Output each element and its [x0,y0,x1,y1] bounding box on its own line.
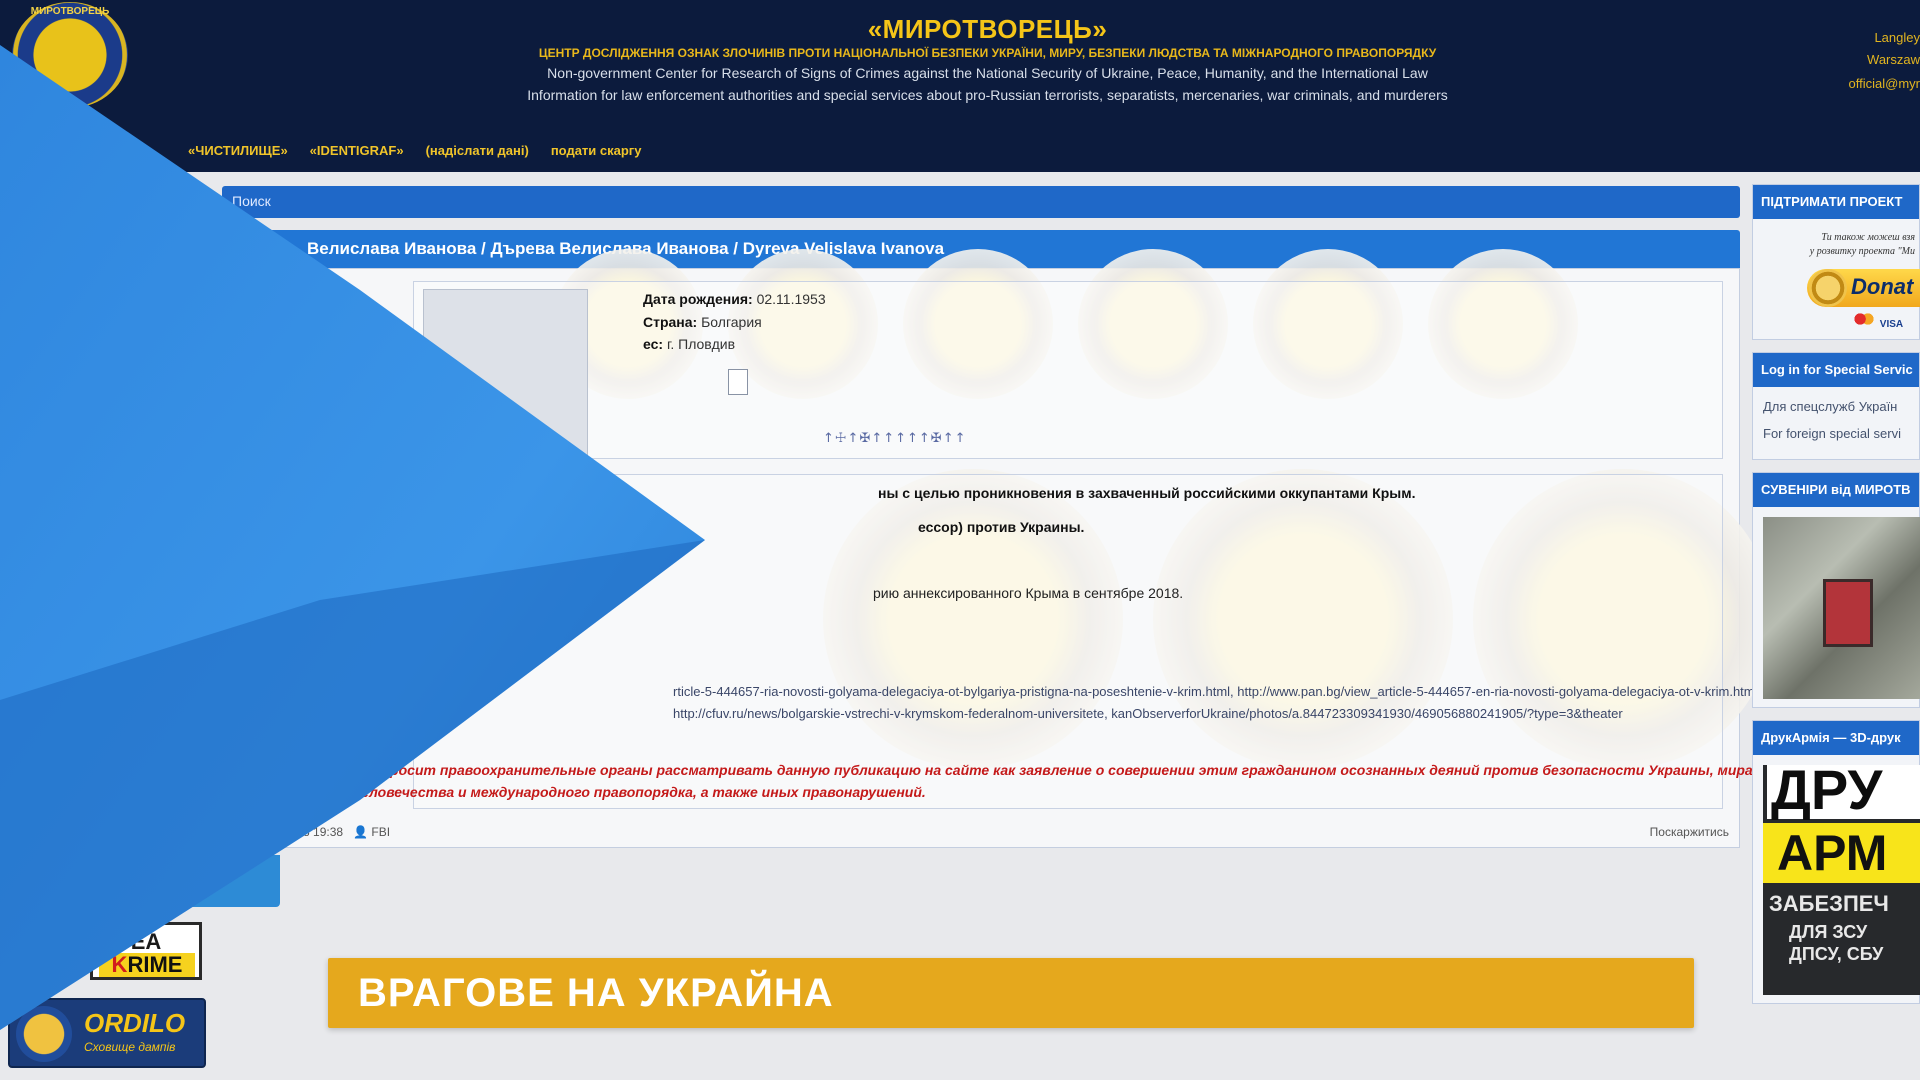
legal-warning: ец» просит правоохранительные органы рас… [353,762,1863,800]
menu-item-identigraf[interactable]: «IDENTIGRAF» [310,143,404,158]
druk-line-1: ДРУ [1767,765,1920,819]
breadcrumb-search-link[interactable]: Поиск [232,193,271,209]
description-text-3: рию аннексированного Крыма в сентябре 20… [873,585,1184,601]
krime-rest: RIME [127,952,183,977]
krime-label: KRIME [99,953,195,977]
souvenir-image[interactable] [1763,517,1920,699]
description-text-1: ны с целью проникновения в захваченный р… [878,485,1416,501]
source-links[interactable]: rticle-5-444657-ria-novosti-golyama-dele… [673,681,1920,725]
breadcrumb-bar: Поиск [222,186,1740,218]
main-menu: «ЧИСТИЛИЩЕ» «IDENTIGRAF» (надіслати дані… [188,143,641,158]
druk-title: ДрукАрмія — 3D-друк [1753,721,1919,755]
sidebar-login: Log in for Special Servic Для спецслужб … [1752,352,1920,460]
info-box [413,281,1723,459]
document-icon[interactable] [728,369,748,395]
site-title: «МИРОТВОРЕЦЬ» [867,14,1108,44]
druk-line-4b: ДПСУ, СБУ [1789,944,1884,964]
profile-card: Дата рождения: 02.11.1953 Страна: Болгар… [222,249,1862,848]
support-title: ПІДТРИМАТИ ПРОЕКТ [1753,185,1919,219]
post-date: 2018 19:38 [283,825,344,839]
druk-line-2: АРМ [1763,823,1920,883]
login-foreign-link[interactable]: For foreign special servi [1753,414,1919,441]
druk-banner[interactable]: ДРУ АРМ ЗАБЕЗПЕЧ ДЛЯ ЗСУ ДПСУ, СБУ [1763,765,1920,995]
dob-value: 02.11.1953 [756,291,826,307]
krime-k: K [111,952,128,977]
side-blue-tab[interactable] [160,855,280,907]
contact-email[interactable]: official@myr [1849,76,1920,91]
address-value: г. Пловдив [666,336,736,352]
mastercard-icon [1851,311,1877,327]
dob-label: Дата рождения: [643,291,753,307]
country-row: Страна: Болгария [643,314,762,330]
country-label: Страна: [643,314,698,330]
menu-item-chistilishche[interactable]: «ЧИСТИЛИЩЕ» [188,143,288,158]
sidebar-support: ПІДТРИМАТИ ПРОЕКТ Ти також можеш взя у р… [1752,184,1920,340]
support-text-1: Ти також можеш взя [1821,232,1915,243]
login-ua-link[interactable]: Для спецслужб Україн [1753,387,1919,414]
krime-badge[interactable]: EA KRIME [90,922,202,980]
contact-city-2: Warszaw [1867,52,1920,67]
cat-logo-icon [16,1006,72,1062]
druk-line-4: ДЛЯ ЗСУ ДПСУ, СБУ [1789,921,1883,965]
country-value: Болгария [701,314,762,330]
coin-icon [1809,269,1847,307]
user-icon: 👤 [353,825,369,839]
ordilo-subtitle: Сховище дампів [84,1040,176,1054]
contact-city-1: Langley [1874,30,1920,45]
complain-link[interactable]: Поскаржитись [1650,825,1729,839]
address-label: ес: [643,336,664,352]
dob-row: Дата рождения: 02.11.1953 [643,291,826,307]
description-text-2: ессор) против Украины. [918,519,1085,535]
address-row: ес: г. Пловдив [643,336,735,352]
ordilo-title: ORDILO [84,1008,186,1038]
login-title: Log in for Special Servic [1753,353,1919,387]
site-header: МИРОТВОРЕЦЬ «МИРОТВОРЕЦЬ» ЦЕНТР ДОСЛІДЖЕ… [0,0,1920,172]
sidebar-souvenirs: СУВЕНІРИ від МИРОТВ [1752,472,1920,708]
post-meta: 2018 19:38 👤 FBI [283,825,390,839]
site-subtitle-ua: ЦЕНТР ДОСЛІДЖЕННЯ ОЗНАК ЗЛОЧИНІВ ПРОТИ Н… [538,46,1437,60]
card-logos: VISA [1851,311,1903,330]
support-text-2: у розвитку проекта "Ми [1809,246,1915,257]
caption-text: ВРАГОВЕ НА УКРАЙНА [358,971,834,1015]
druk-line-4a: ДЛЯ ЗСУ [1789,922,1868,942]
menu-item-complaint[interactable]: подати скаргу [551,143,642,158]
druk-line-3: ЗАБЕЗПЕЧ [1769,891,1889,916]
sidebar-drukarmiya: ДрукАрмія — 3D-друк ДРУ АРМ ЗАБЕЗПЕЧ ДЛЯ… [1752,720,1920,1004]
lower-third-caption: ВРАГОВЕ НА УКРАЙНА [328,958,1694,1028]
souvenir-title: СУВЕНІРИ від МИРОТВ [1753,473,1919,507]
ordilo-badge[interactable]: ORDILO Сховище дампів [8,998,206,1068]
visa-icon: VISA [1879,319,1904,330]
site-subtitle-en-1: Non-government Center for Research of Si… [547,65,1428,81]
post-author[interactable]: FBI [371,825,390,839]
cross-icons-row: ↑☩↑✠↑↑↑↑↑✠↑↑ [823,431,967,446]
profile-photo[interactable] [423,289,588,469]
menu-item-send-data[interactable]: (надіслати дані) [426,143,529,158]
site-subtitle-en-2: Information for law enforcement authorit… [527,87,1448,103]
